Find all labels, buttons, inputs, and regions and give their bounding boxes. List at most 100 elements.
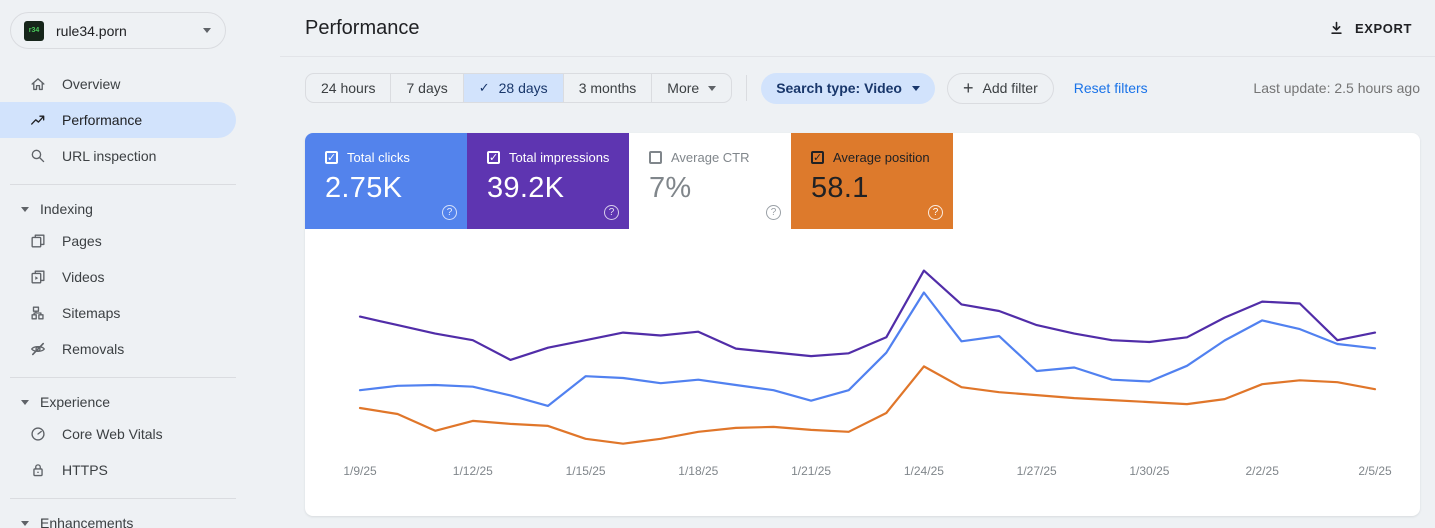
x-axis-tick-label: 2/5/25 bbox=[1358, 464, 1392, 478]
speedometer-icon bbox=[31, 427, 45, 441]
help-icon[interactable]: ? bbox=[442, 205, 457, 220]
x-axis-tick-label: 2/2/25 bbox=[1246, 464, 1280, 478]
eye-off-icon bbox=[31, 342, 45, 356]
help-icon[interactable]: ? bbox=[766, 205, 781, 220]
metric-label: Total impressions bbox=[509, 150, 610, 165]
chart-line-position bbox=[358, 365, 1377, 445]
download-icon bbox=[1331, 21, 1342, 34]
site-favicon: r34 bbox=[24, 20, 44, 41]
sidebar-item-videos[interactable]: Videos bbox=[0, 259, 236, 295]
metric-total-impressions[interactable]: ✓ Total impressions 39.2K ? bbox=[467, 133, 629, 229]
metric-label: Average position bbox=[833, 150, 930, 165]
sidebar-item-label: Performance bbox=[62, 112, 143, 128]
page-header: Performance EXPORT bbox=[280, 0, 1435, 57]
sidebar-item-sitemaps[interactable]: Sitemaps bbox=[0, 295, 236, 331]
filter-bar: 24 hours 7 days 28 days 3 months More Se… bbox=[305, 72, 1420, 104]
export-button[interactable]: EXPORT bbox=[1320, 14, 1420, 43]
sidebar-item-label: HTTPS bbox=[62, 462, 108, 478]
x-axis-tick-label: 1/27/25 bbox=[1017, 464, 1057, 478]
metric-average-position[interactable]: ✓ Average position 58.1 ? bbox=[791, 133, 953, 229]
sidebar-item-https[interactable]: HTTPS bbox=[0, 452, 236, 488]
metric-value: 2.75K bbox=[325, 172, 403, 204]
chevron-down-icon bbox=[911, 85, 920, 91]
main-content: Performance EXPORT 24 hours 7 days 28 da… bbox=[236, 0, 1435, 528]
help-icon[interactable]: ? bbox=[928, 205, 943, 220]
x-axis-tick-label: 1/21/25 bbox=[791, 464, 831, 478]
range-3-months[interactable]: 3 months bbox=[562, 74, 652, 102]
reset-filters-link[interactable]: Reset filters bbox=[1074, 80, 1148, 96]
section-label: Experience bbox=[40, 394, 111, 410]
sidebar-nav: Overview Performance URL inspection Inde… bbox=[0, 66, 236, 528]
metric-label: Total clicks bbox=[347, 150, 410, 165]
performance-chart[interactable]: 1/9/25 1/12/25 1/15/25 1/18/25 1/21/25 1/24/2… bbox=[305, 229, 1420, 479]
checkbox-checked-icon[interactable]: ✓ bbox=[325, 151, 338, 164]
sidebar-item-core-web-vitals[interactable]: Core Web Vitals bbox=[0, 416, 236, 452]
sidebar-item-label: Sitemaps bbox=[62, 305, 121, 321]
x-axis-tick-label: 1/24/25 bbox=[904, 464, 944, 478]
x-axis-tick-label: 1/15/25 bbox=[566, 464, 606, 478]
export-label: EXPORT bbox=[1354, 20, 1412, 36]
chevron-down-icon bbox=[21, 520, 29, 526]
metric-value: 39.2K bbox=[487, 172, 565, 204]
section-label: Enhancements bbox=[40, 515, 134, 528]
sidebar-divider bbox=[10, 498, 236, 499]
sidebar-item-label: Removals bbox=[62, 341, 125, 357]
chart-line-clicks bbox=[358, 291, 1377, 407]
chart-area: 1/9/25 1/12/25 1/15/25 1/18/25 1/21/25 1/24/2… bbox=[305, 229, 1420, 479]
range-24-hours[interactable]: 24 hours bbox=[306, 74, 390, 102]
help-icon[interactable]: ? bbox=[604, 205, 619, 220]
sidebar-divider bbox=[10, 377, 236, 378]
checkbox-unchecked-icon[interactable] bbox=[649, 151, 662, 164]
checkbox-checked-icon[interactable]: ✓ bbox=[487, 151, 500, 164]
add-filter-label: Add filter bbox=[982, 80, 1038, 96]
metric-value: 7% bbox=[649, 172, 692, 204]
search-icon bbox=[31, 149, 45, 163]
x-axis-tick-label: 1/18/25 bbox=[678, 464, 718, 478]
trending-up-icon bbox=[31, 115, 45, 125]
sidebar-item-label: Videos bbox=[62, 269, 105, 285]
range-7-days[interactable]: 7 days bbox=[390, 74, 462, 102]
more-label: More bbox=[667, 80, 700, 96]
chevron-down-icon bbox=[203, 28, 211, 33]
sidebar: r34 rule34.porn Overview Performance URL… bbox=[0, 0, 236, 528]
metric-average-ctr[interactable]: Average CTR 7% ? bbox=[629, 133, 791, 229]
metric-cards: ✓ Total clicks 2.75K ? ✓ Total impressio… bbox=[305, 133, 1420, 229]
range-28-days[interactable]: 28 days bbox=[462, 74, 563, 102]
sidebar-item-url-inspection[interactable]: URL inspection bbox=[0, 138, 236, 174]
metric-label: Average CTR bbox=[671, 150, 750, 165]
property-name: rule34.porn bbox=[56, 22, 127, 39]
last-update-text: Last update: 2.5 hours ago bbox=[1253, 80, 1420, 96]
search-type-label: Search type: Video bbox=[776, 80, 902, 96]
sidebar-section-indexing[interactable]: Indexing bbox=[0, 195, 236, 223]
sidebar-item-label: Core Web Vitals bbox=[62, 426, 163, 442]
range-more-dropdown[interactable]: More bbox=[651, 74, 731, 102]
search-type-filter[interactable]: Search type: Video bbox=[761, 72, 935, 104]
app: r34 rule34.porn Overview Performance URL… bbox=[0, 0, 1435, 528]
x-axis-tick-label: 1/12/25 bbox=[453, 464, 493, 478]
metric-total-clicks[interactable]: ✓ Total clicks 2.75K ? bbox=[305, 133, 467, 229]
x-axis-tick-label: 1/9/25 bbox=[343, 464, 377, 478]
sidebar-item-removals[interactable]: Removals bbox=[0, 331, 236, 367]
section-label: Indexing bbox=[40, 201, 93, 217]
filter-divider bbox=[746, 75, 748, 101]
sidebar-item-performance[interactable]: Performance bbox=[0, 102, 236, 138]
checkbox-checked-icon[interactable]: ✓ bbox=[811, 151, 824, 164]
pages-icon bbox=[31, 234, 45, 248]
sidebar-item-overview[interactable]: Overview bbox=[0, 66, 236, 102]
sidebar-section-enhancements[interactable]: Enhancements bbox=[0, 509, 236, 528]
sitemap-icon bbox=[31, 306, 44, 320]
sidebar-item-label: Pages bbox=[62, 233, 102, 249]
sidebar-item-pages[interactable]: Pages bbox=[0, 223, 236, 259]
sidebar-item-label: URL inspection bbox=[62, 148, 157, 164]
x-axis-tick-label: 1/30/25 bbox=[1129, 464, 1169, 478]
add-filter-button[interactable]: + Add filter bbox=[946, 72, 1054, 104]
page-title: Performance bbox=[305, 16, 420, 39]
property-selector[interactable]: r34 rule34.porn bbox=[10, 12, 226, 49]
sidebar-divider bbox=[10, 184, 236, 185]
chart-line-impressions bbox=[358, 269, 1377, 361]
sidebar-section-experience[interactable]: Experience bbox=[0, 388, 236, 416]
date-range-control: 24 hours 7 days 28 days 3 months More bbox=[305, 73, 733, 103]
plus-icon: + bbox=[962, 77, 974, 98]
lock-icon bbox=[33, 464, 43, 477]
chevron-down-icon bbox=[21, 399, 29, 405]
